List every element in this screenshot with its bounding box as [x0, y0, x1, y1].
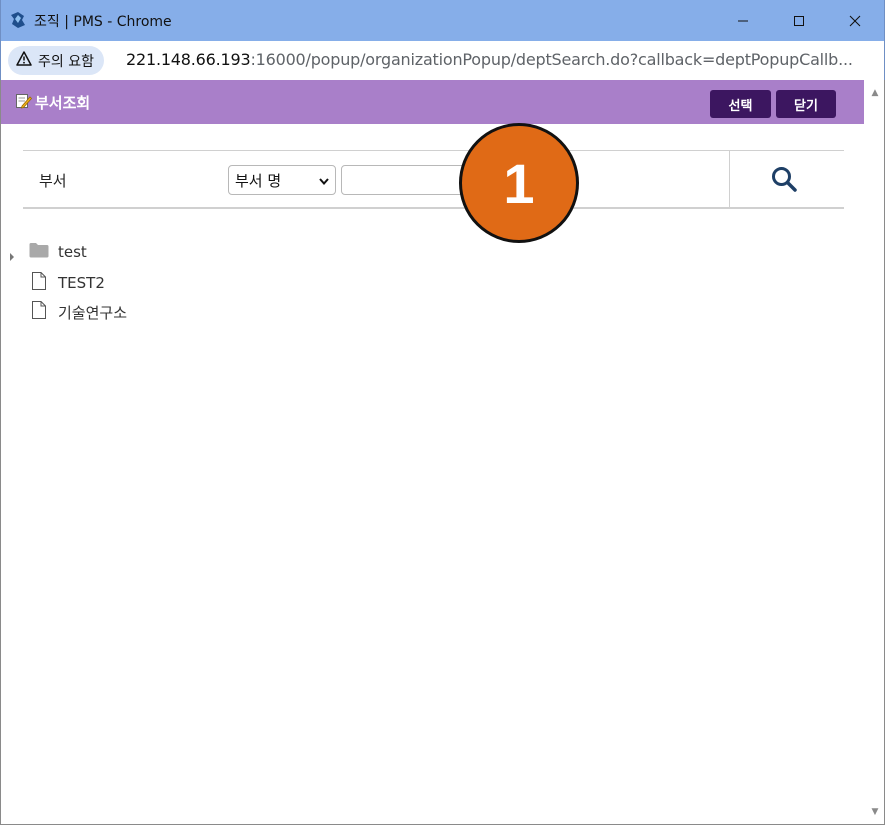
tree-item-research-lab[interactable]: 기술연구소: [29, 300, 127, 324]
search-field-selected: 부서 명: [235, 171, 282, 190]
tree-item-test[interactable]: test: [29, 242, 87, 262]
tree-item-label: 기술연구소: [58, 303, 128, 322]
step-marker: 1: [459, 123, 579, 243]
popup-title: 부서조회: [15, 92, 90, 113]
page-viewport: 부서조회 선택 닫기 부서 부서 명 test TEST2 기술연구소 ▲ ▼: [0, 80, 885, 825]
folder-icon: [29, 242, 49, 262]
search-panel: 부서 부서 명: [23, 150, 844, 209]
vertical-scrollbar[interactable]: ▲ ▼: [865, 80, 884, 824]
search-divider: [729, 151, 730, 208]
tree-item-label: test: [58, 243, 87, 261]
scroll-down-arrow-icon[interactable]: ▼: [870, 807, 880, 817]
document-icon: [29, 271, 49, 295]
security-warning-chip[interactable]: 주의 요함: [8, 46, 104, 75]
app-logo-icon: [9, 11, 27, 29]
document-icon: [29, 300, 49, 324]
close-window-button[interactable]: [832, 0, 878, 41]
url-text[interactable]: 221.148.66.193:16000/popup/organizationP…: [126, 50, 853, 69]
search-field-select[interactable]: 부서 명: [228, 165, 336, 195]
edit-note-icon: [15, 92, 33, 113]
scroll-up-arrow-icon[interactable]: ▲: [870, 88, 880, 98]
search-icon: [770, 165, 798, 197]
close-button[interactable]: 닫기: [776, 90, 836, 118]
maximize-button[interactable]: [776, 0, 822, 41]
address-bar[interactable]: 주의 요함 221.148.66.193:16000/popup/organiz…: [0, 41, 885, 80]
warning-icon: [16, 51, 32, 70]
search-label: 부서: [39, 172, 67, 190]
tree-item-label: TEST2: [58, 274, 105, 292]
chevron-down-icon: [319, 171, 329, 189]
url-host: 221.148.66.193: [126, 50, 251, 69]
select-button[interactable]: 선택: [710, 90, 771, 118]
tree-item-test2[interactable]: TEST2: [29, 271, 105, 295]
window-title: 조직 | PMS - Chrome: [34, 14, 172, 30]
url-path: :16000/popup/organizationPopup/deptSearc…: [250, 50, 853, 69]
window-title-bar: 조직 | PMS - Chrome: [0, 0, 885, 41]
minimize-button[interactable]: [720, 0, 766, 41]
popup-header: 부서조회 선택 닫기: [1, 80, 864, 124]
popup-title-text: 부서조회: [35, 94, 91, 112]
search-button[interactable]: [768, 165, 800, 197]
expand-arrow-icon[interactable]: [9, 247, 15, 261]
security-label: 주의 요함: [38, 53, 94, 70]
